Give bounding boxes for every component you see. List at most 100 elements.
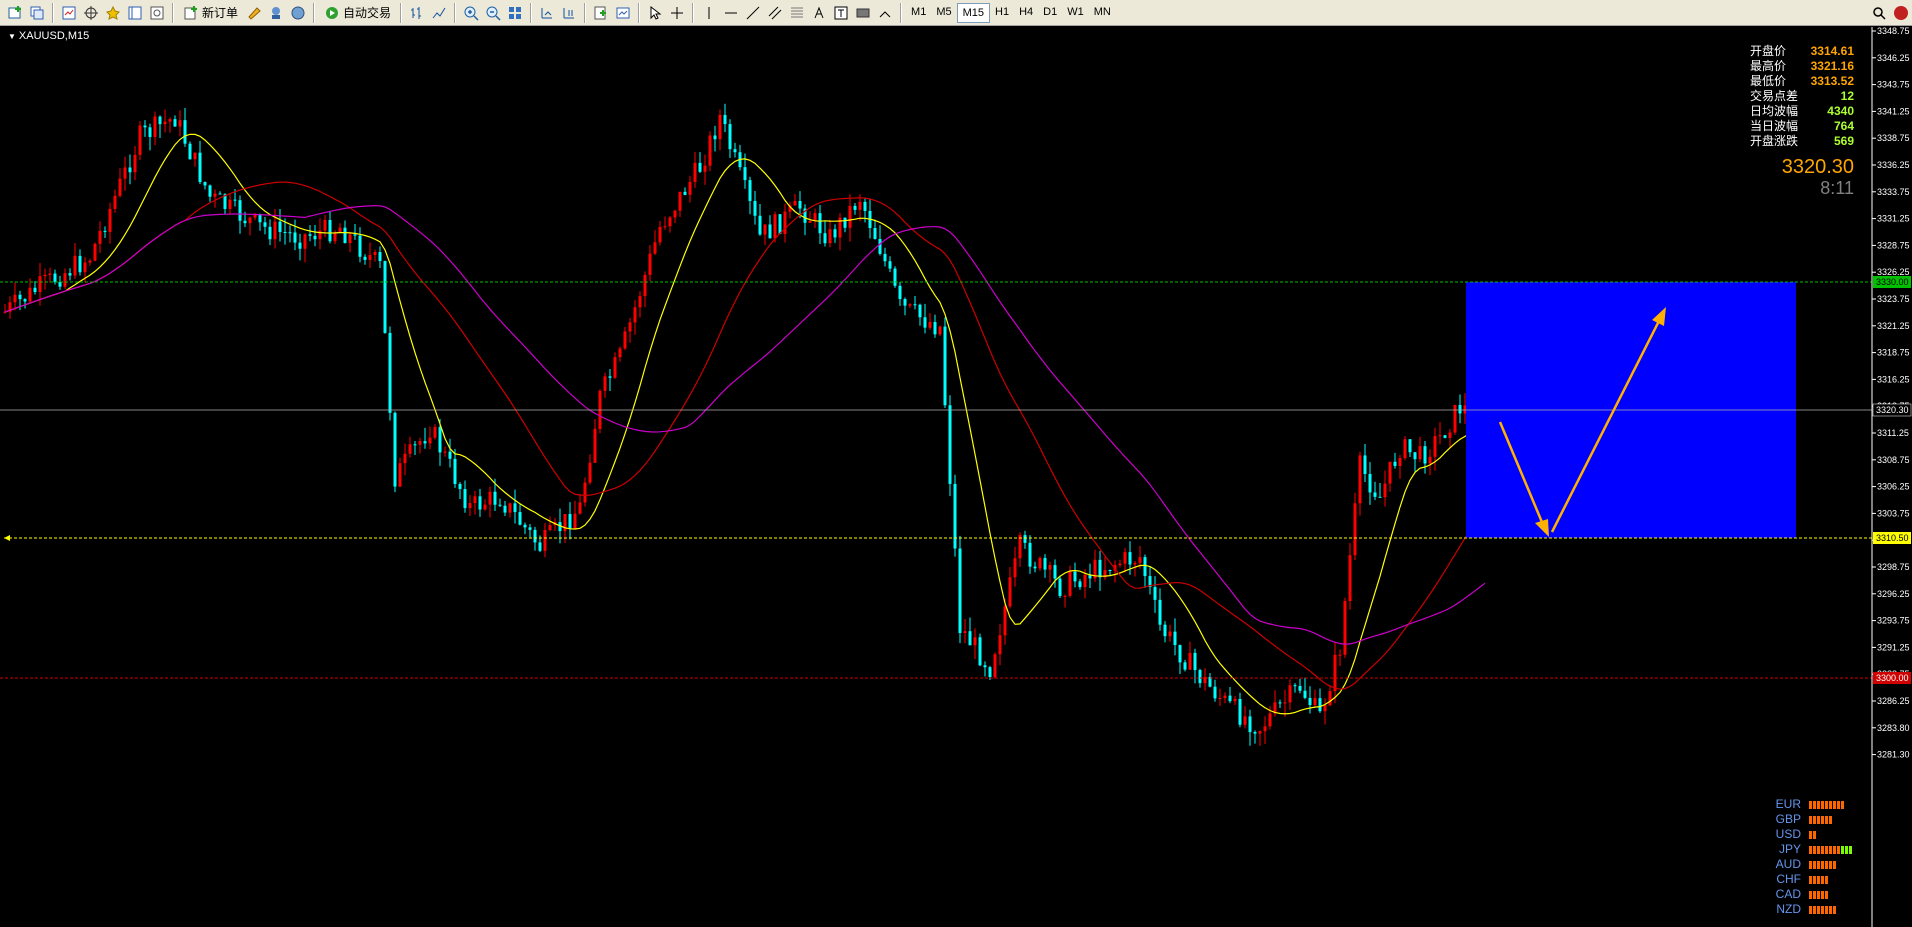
candle-body	[198, 152, 202, 183]
text-label-icon[interactable]	[831, 3, 851, 23]
experts-icon[interactable]	[288, 3, 308, 23]
tile-windows-icon[interactable]	[505, 3, 525, 23]
candle-body	[83, 262, 87, 273]
candle-body	[653, 242, 657, 254]
candle-body	[928, 322, 932, 328]
candle-body	[873, 228, 877, 239]
strength-bar	[1829, 860, 1832, 869]
strength-row: USD	[1771, 827, 1852, 842]
candle-body	[748, 180, 752, 201]
strength-bars	[1809, 890, 1828, 899]
candle-body	[168, 119, 172, 122]
profiles-icon[interactable]	[27, 3, 47, 23]
zoom-in-icon[interactable]	[461, 3, 481, 23]
tf-h4[interactable]: H4	[1014, 3, 1038, 21]
tf-mn[interactable]: MN	[1089, 3, 1116, 21]
trendline-icon[interactable]	[743, 3, 763, 23]
strength-bar	[1817, 890, 1820, 899]
strength-bar	[1813, 830, 1816, 839]
candle-body	[613, 357, 617, 378]
candle-body	[1258, 731, 1262, 734]
tf-h1[interactable]: H1	[990, 3, 1014, 21]
chart-shift-icon[interactable]	[559, 3, 579, 23]
equidistant-channel-icon[interactable]	[765, 3, 785, 23]
candle-body	[1403, 439, 1407, 459]
price-tick-label: 3333.75	[1877, 187, 1910, 197]
search-icon[interactable]	[1869, 3, 1889, 23]
tf-w1[interactable]: W1	[1062, 3, 1089, 21]
metaeditor-icon[interactable]	[244, 3, 264, 23]
crosshair-icon[interactable]	[667, 3, 687, 23]
candle-body	[278, 221, 282, 232]
alerts-icon[interactable]	[266, 3, 286, 23]
candle-body	[68, 273, 72, 276]
candle-body	[183, 120, 187, 144]
candle-body	[98, 230, 102, 244]
candle-body	[703, 165, 707, 172]
navigator-icon[interactable]	[103, 3, 123, 23]
strength-bar	[1825, 905, 1828, 914]
candle-body	[443, 451, 447, 453]
candle-body	[1408, 439, 1412, 453]
tf-m5[interactable]: M5	[931, 3, 956, 21]
collapse-arrow-icon: ▼	[8, 32, 16, 41]
candle-body	[808, 220, 812, 223]
candle-body	[903, 299, 907, 306]
candle-body	[813, 213, 817, 221]
new-chart-icon[interactable]	[5, 3, 25, 23]
arrows-icon[interactable]	[875, 3, 895, 23]
candle-body	[363, 256, 367, 260]
candle-body	[943, 326, 947, 406]
price-chart[interactable]: 3348.75 3346.25 3343.75 3341.25 3338.75 3336.…	[0, 27, 1912, 927]
rectangle-icon[interactable]	[853, 3, 873, 23]
candle-body	[968, 631, 972, 646]
price-tick-label: 3323.75	[1877, 294, 1910, 304]
candle-body	[1393, 461, 1397, 466]
candle-body	[1233, 698, 1237, 702]
terminal-icon[interactable]	[125, 3, 145, 23]
horizontal-line-icon[interactable]	[721, 3, 741, 23]
candle-body	[1303, 690, 1307, 698]
tag-upper: 3330.00	[1876, 277, 1909, 287]
candle-body	[773, 214, 777, 239]
candle-body	[1193, 652, 1197, 671]
new-order-button[interactable]: 新订单	[179, 3, 242, 23]
fibonacci-icon[interactable]	[787, 3, 807, 23]
tf-d1[interactable]: D1	[1038, 3, 1062, 21]
candle-body	[303, 234, 307, 249]
auto-trade-button[interactable]: 自动交易	[320, 3, 395, 23]
price-tick-label: 3343.75	[1877, 80, 1910, 90]
text-icon[interactable]	[809, 3, 829, 23]
market-watch-icon[interactable]	[59, 3, 79, 23]
bar-chart-icon[interactable]	[407, 3, 427, 23]
candle-body	[323, 219, 327, 231]
candle-body	[298, 242, 302, 249]
autoscroll-icon[interactable]	[537, 3, 557, 23]
strength-bar	[1833, 845, 1836, 854]
strategy-tester-icon[interactable]	[147, 3, 167, 23]
candle-body	[1133, 562, 1137, 565]
strength-bar	[1837, 800, 1840, 809]
tf-m15[interactable]: M15	[956, 2, 990, 23]
candle-body	[878, 238, 882, 254]
candle-body	[763, 224, 767, 235]
candle-body	[1158, 599, 1162, 625]
data-window-icon[interactable]	[81, 3, 101, 23]
line-chart-icon[interactable]	[429, 3, 449, 23]
candle-body	[1163, 624, 1167, 637]
tf-m1[interactable]: M1	[906, 3, 931, 21]
periods-icon[interactable]	[613, 3, 633, 23]
strength-bar	[1841, 800, 1844, 809]
strength-bar	[1821, 890, 1824, 899]
indicators-icon[interactable]	[591, 3, 611, 23]
candle-body	[668, 217, 672, 227]
price-tick-label: 3338.75	[1877, 133, 1910, 143]
candle-body	[53, 273, 57, 283]
strength-bars	[1809, 800, 1844, 809]
candle-body	[273, 221, 277, 240]
price-tick-label: 3321.25	[1877, 321, 1910, 331]
strength-bars	[1809, 875, 1828, 884]
cursor-icon[interactable]	[645, 3, 665, 23]
vertical-line-icon[interactable]	[699, 3, 719, 23]
zoom-out-icon[interactable]	[483, 3, 503, 23]
